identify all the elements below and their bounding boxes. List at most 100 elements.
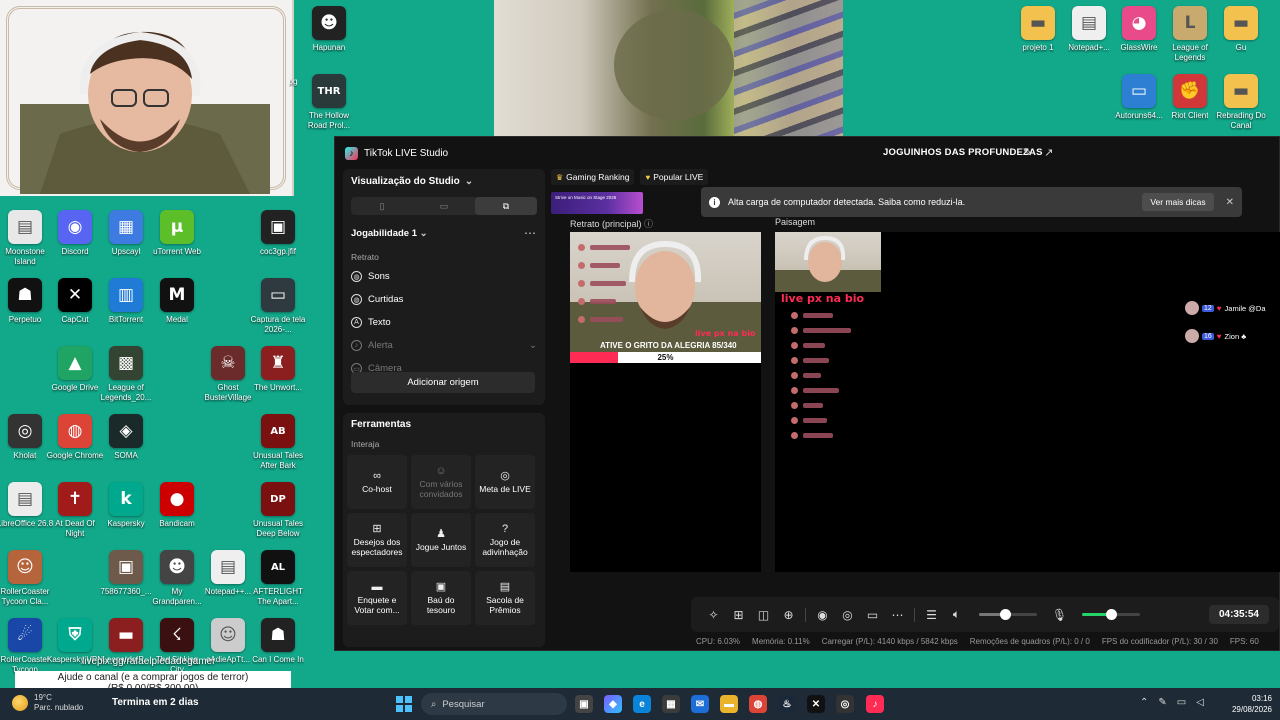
desktop-icon[interactable]: ◕ GlassWire	[1110, 6, 1168, 53]
tool-button[interactable]: ◎ Meta de LIVE	[475, 455, 535, 509]
desktop-icon[interactable]: ☗ Can I Come In	[249, 618, 307, 665]
desktop-icon[interactable]: ▩ League of Legends_20...	[97, 346, 155, 403]
speaker-icon[interactable]: 🔈︎	[944, 607, 969, 622]
magic-wand-icon[interactable]: ✧	[701, 608, 726, 622]
tiktok-live-icon[interactable]: ♪	[866, 695, 884, 713]
capcut-icon[interactable]: ✕	[807, 695, 825, 713]
desktop-icon[interactable]: ▣ 758677360_...	[97, 550, 155, 597]
clock[interactable]: 03:16 29/08/2026	[1222, 693, 1272, 715]
portrait-layout-button[interactable]: ▯	[351, 197, 413, 215]
record-icon[interactable]: ◉	[810, 608, 835, 622]
microphone-icon[interactable]: 🎙︎	[1047, 608, 1072, 622]
desktop-icon[interactable]: ✕ CapCut	[46, 278, 104, 325]
mixer-settings-icon[interactable]: ☰	[919, 608, 944, 622]
desktop-icon[interactable]: ▣ coc3gp.jfif	[249, 210, 307, 257]
screenshot-icon[interactable]: ◫	[751, 608, 776, 622]
popular-live-chip[interactable]: ♥ Popular LIVE	[640, 169, 709, 185]
portrait-preview-canvas[interactable]: live px na bio ATIVE O GRITO DA ALEGRIA …	[570, 232, 761, 572]
source-item[interactable]: ♪ Alerta ⌄	[343, 334, 545, 357]
desktop-icon[interactable]: ▬ Gu	[1212, 6, 1270, 53]
desktop-icon[interactable]: ▭ Captura de tela 2026-...	[249, 278, 307, 335]
edge-icon[interactable]: e	[633, 695, 651, 713]
news-widget[interactable]: Termina em 2 dias	[112, 697, 199, 708]
scene-header[interactable]: Jogabilidade 1 ⌄ ⋯	[343, 221, 545, 245]
desktop-icon[interactable]: ▬ projeto 1	[1009, 6, 1067, 53]
weather-widget[interactable]: 19°C Parc. nublado	[12, 693, 83, 713]
chevron-up-icon[interactable]: ⌃	[1140, 697, 1148, 708]
tool-button[interactable]: ⊞ Desejos dos espectadores	[347, 513, 407, 567]
mic-knob[interactable]	[1106, 609, 1117, 620]
obs-icon[interactable]: ◎	[836, 695, 854, 713]
desktop-icon[interactable]: ◍ Google Chrome	[46, 414, 104, 461]
pen-icon[interactable]: ✎	[1158, 697, 1166, 708]
tool-button[interactable]: ☺ Com vários convidados	[411, 455, 471, 509]
steam-icon[interactable]: ♨	[778, 695, 796, 713]
mic-slider[interactable]	[1082, 609, 1140, 620]
desktop-icon[interactable]: pg	[264, 74, 322, 87]
share-icon[interactable]: ↗	[1044, 146, 1053, 159]
tool-button[interactable]: ? Jogo de adivinhação	[475, 513, 535, 567]
desktop-icon[interactable]: ▲ Google Drive	[46, 346, 104, 393]
desktop-icon[interactable]: ▬ Rebrading Do Canal	[1212, 74, 1270, 131]
desktop-icon[interactable]: ● Bandicam	[148, 482, 206, 529]
edit-title-icon[interactable]: ✎	[1023, 146, 1032, 159]
source-item[interactable]: ◍ Curtidas	[343, 288, 545, 311]
desktop-icon[interactable]: ▦ Upscayl	[97, 210, 155, 257]
desktop-icon[interactable]: ☻ Hapunan	[300, 6, 358, 53]
add-scene-icon[interactable]: ⊞	[726, 608, 751, 622]
close-icon[interactable]: ✕	[1226, 197, 1234, 208]
tool-button[interactable]: ▣ Baú do tesouro	[411, 571, 471, 625]
desktop-icon[interactable]: ✝ At Dead Of Night	[46, 482, 104, 539]
desktop-icon[interactable]: k Kaspersky	[97, 482, 155, 529]
tool-button[interactable]: ♟ Jogue Juntos	[411, 513, 471, 567]
desktop-icon[interactable]: ☻ My Grandparen...	[148, 550, 206, 607]
chrome-icon[interactable]: ◍	[749, 695, 767, 713]
taskbar-search[interactable]: ⌕ Pesquisar	[421, 693, 567, 715]
chevron-down-icon[interactable]: ⌄	[529, 340, 537, 351]
more-tips-button[interactable]: Ver mais dicas	[1142, 193, 1214, 211]
studio-view-dropdown[interactable]: Visualização do Studio ⌄	[343, 169, 545, 193]
tool-button[interactable]: ▬ Enquete e Votar com...	[347, 571, 407, 625]
mail-icon[interactable]: ✉	[691, 695, 709, 713]
desktop-icon[interactable]: ◈ SOMA	[97, 414, 155, 461]
desktop-icon[interactable]: ▭ Autoruns64...	[1110, 74, 1168, 121]
more-options-icon[interactable]: ⋯	[524, 226, 537, 240]
add-media-icon[interactable]: ⊕	[776, 608, 801, 622]
desktop-icon[interactable]: DP Unusual Tales Deep Below	[249, 482, 307, 539]
desktop-icon[interactable]: AB Unusual Tales After Bark	[249, 414, 307, 471]
task-view-icon[interactable]: ▣	[575, 695, 593, 713]
network-icon[interactable]: ▭	[1177, 697, 1186, 708]
virtual-camera-icon[interactable]: ◎	[835, 608, 860, 622]
desktop-icon[interactable]: M Medal	[148, 278, 206, 325]
desktop-icon[interactable]: μ uTorrent Web	[148, 210, 206, 257]
dual-layout-button[interactable]: ⧉	[475, 197, 537, 215]
copilot-icon[interactable]: ◆	[604, 695, 622, 713]
volume-knob[interactable]	[1000, 609, 1012, 620]
landscape-preview-canvas[interactable]: live px na bio 12 ♥ Jamile @Da 16 ♥ Zion…	[775, 232, 1280, 572]
desktop-icon[interactable]: ◉ Discord	[46, 210, 104, 257]
desktop-icon[interactable]: L League of Legends	[1161, 6, 1219, 63]
more-icon[interactable]: ⋯	[885, 608, 910, 622]
gaming-ranking-chip[interactable]: ♛ Gaming Ranking	[551, 169, 635, 185]
volume-slider[interactable]	[979, 609, 1037, 620]
globe-icon: ◍	[351, 294, 362, 305]
desktop-icon[interactable]: AL AFTERLIGHT The Apart...	[249, 550, 307, 607]
landscape-layout-button[interactable]: ▭	[413, 197, 475, 215]
help-icon[interactable]: ⓘ	[644, 219, 653, 229]
store-icon[interactable]: ▦	[662, 695, 680, 713]
volume-icon[interactable]: ◁	[1196, 697, 1204, 708]
file-explorer-icon[interactable]: ▬	[720, 695, 738, 713]
promo-banner[interactable]: Strive on Music on Stage 2026	[551, 192, 643, 214]
desktop-icon[interactable]: ✊ Riot Client	[1161, 74, 1219, 121]
tool-button[interactable]: ∞ Co-host	[347, 455, 407, 509]
desktop-icon[interactable]: ♜ The Unwort...	[249, 346, 307, 393]
add-source-button[interactable]: Adicionar origem	[351, 372, 535, 393]
stream-title[interactable]: JOGUINHOS DAS PROFUNDEZAS	[883, 147, 1043, 158]
source-item[interactable]: ◍ Sons	[343, 265, 545, 288]
source-item[interactable]: A Texto	[343, 311, 545, 334]
start-button[interactable]	[396, 696, 412, 712]
desktop-icon[interactable]: ☺ RollerCoaster Tycoon Cla...	[0, 550, 54, 607]
desktop-icon[interactable]: ▥ BitTorrent	[97, 278, 155, 325]
tool-button[interactable]: ▤ Sacola de Prêmios	[475, 571, 535, 625]
camera-icon[interactable]: ▭	[860, 608, 885, 622]
